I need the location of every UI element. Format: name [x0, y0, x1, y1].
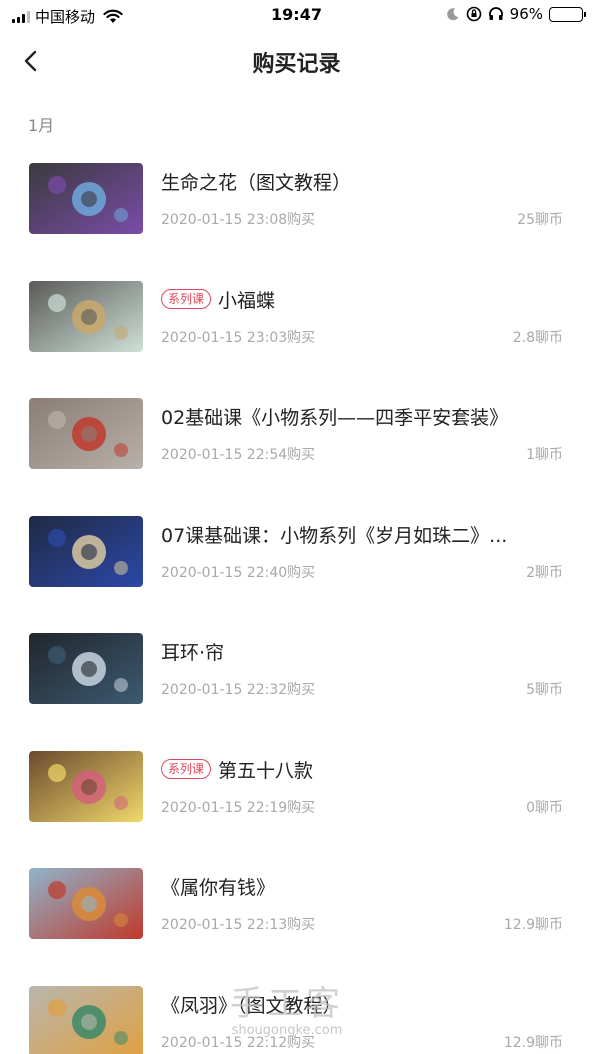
item-title: 耳环·帘: [161, 642, 225, 664]
month-header: 1月: [28, 116, 55, 135]
purchase-list: 生命之花（图文教程） 2020-01-15 23:08购买 25聊币 系列课 小福蝶 20…: [0, 150, 593, 1054]
purchase-date: 2020-01-15 23:08购买: [161, 212, 316, 228]
item-title: 生命之花（图文教程）: [161, 172, 352, 194]
battery-icon: [549, 6, 586, 22]
item-title: 07课基础课：小物系列《岁月如珠二》...: [161, 524, 508, 547]
purchase-item[interactable]: 02基础课《小物系列——四季平安套装》 2020-01-15 22:54购买 1聊币: [0, 385, 593, 503]
item-title: 02基础课《小物系列——四季平安套装》: [161, 407, 509, 429]
series-course-badge: 系列课: [161, 289, 212, 309]
item-title-line: 耳环·帘: [161, 638, 565, 665]
purchase-date: 2020-01-15 22:12购买: [161, 1034, 316, 1051]
item-title-line: 《属你有钱》: [161, 873, 565, 900]
battery-percent: 96%: [509, 5, 543, 23]
course-thumbnail[interactable]: [29, 750, 143, 822]
series-course-badge: 系列课: [161, 759, 212, 779]
item-title-line: 07课基础课：小物系列《岁月如珠二》...: [161, 521, 565, 548]
purchase-date: 2020-01-15 22:13购买: [161, 917, 316, 933]
headphones-icon: [488, 7, 503, 20]
item-price: 2.8聊币: [512, 329, 563, 346]
item-title-line: 生命之花（图文教程）: [161, 168, 565, 195]
course-thumbnail[interactable]: [29, 985, 143, 1054]
status-right: 96%: [446, 5, 586, 23]
purchase-item[interactable]: 《属你有钱》 2020-01-15 22:13购买 12.9聊币: [0, 855, 593, 973]
course-thumbnail[interactable]: [29, 398, 143, 469]
item-title: 第五十八款: [218, 759, 314, 782]
item-title-line: 《凤羽》（图文教程）: [161, 991, 565, 1018]
purchase-item[interactable]: 生命之花（图文教程） 2020-01-15 23:08购买 25聊币: [0, 150, 593, 268]
item-title-line: 系列课 第五十八款: [161, 756, 565, 783]
item-price: 12.9聊币: [503, 917, 563, 933]
course-thumbnail[interactable]: [29, 280, 143, 352]
item-price: 0聊币: [526, 799, 563, 816]
purchase-item[interactable]: 07课基础课：小物系列《岁月如珠二》... 2020-01-15 22:40购买 2…: [0, 503, 593, 621]
course-thumbnail[interactable]: [29, 868, 143, 939]
rotation-lock-icon: [466, 6, 481, 22]
purchase-item[interactable]: 《凤羽》（图文教程） 2020-01-15 22:12购买 12.9聊币: [0, 973, 593, 1054]
course-thumbnail[interactable]: [29, 163, 143, 234]
item-title-line: 02基础课《小物系列——四季平安套装》: [161, 403, 565, 430]
item-title: 《凤羽》（图文教程）: [161, 994, 342, 1017]
item-price: 1聊币: [526, 447, 563, 463]
purchase-item[interactable]: 系列课 第五十八款 2020-01-15 22:19购买 0聊币: [0, 738, 593, 856]
item-price: 5聊币: [526, 682, 563, 698]
navigation-bar: 购买记录: [0, 30, 593, 92]
status-bar: 中国移动 19:47 96%: [0, 0, 593, 30]
purchase-date: 2020-01-15 22:32购买: [161, 682, 316, 698]
purchase-date: 2020-01-15 23:03购买: [161, 329, 316, 346]
purchase-date: 2020-01-15 22:40购买: [161, 564, 316, 581]
item-title-line: 系列课 小福蝶: [161, 286, 565, 313]
page-title: 购买记录: [252, 52, 341, 77]
course-thumbnail[interactable]: [29, 515, 143, 587]
item-price: 12.9聊币: [503, 1034, 563, 1051]
purchase-date: 2020-01-15 22:54购买: [161, 447, 316, 463]
item-price: 25聊币: [517, 212, 563, 228]
moon-icon: [446, 8, 459, 21]
purchase-item[interactable]: 系列课 小福蝶 2020-01-15 23:03购买 2.8聊币: [0, 268, 593, 386]
item-title: 小福蝶: [218, 289, 276, 312]
purchase-item[interactable]: 耳环·帘 2020-01-15 22:32购买 5聊币: [0, 620, 593, 738]
purchase-date: 2020-01-15 22:19购买: [161, 799, 316, 816]
item-price: 2聊币: [526, 564, 563, 581]
item-title: 《属你有钱》: [161, 877, 276, 899]
course-thumbnail[interactable]: [29, 633, 143, 704]
